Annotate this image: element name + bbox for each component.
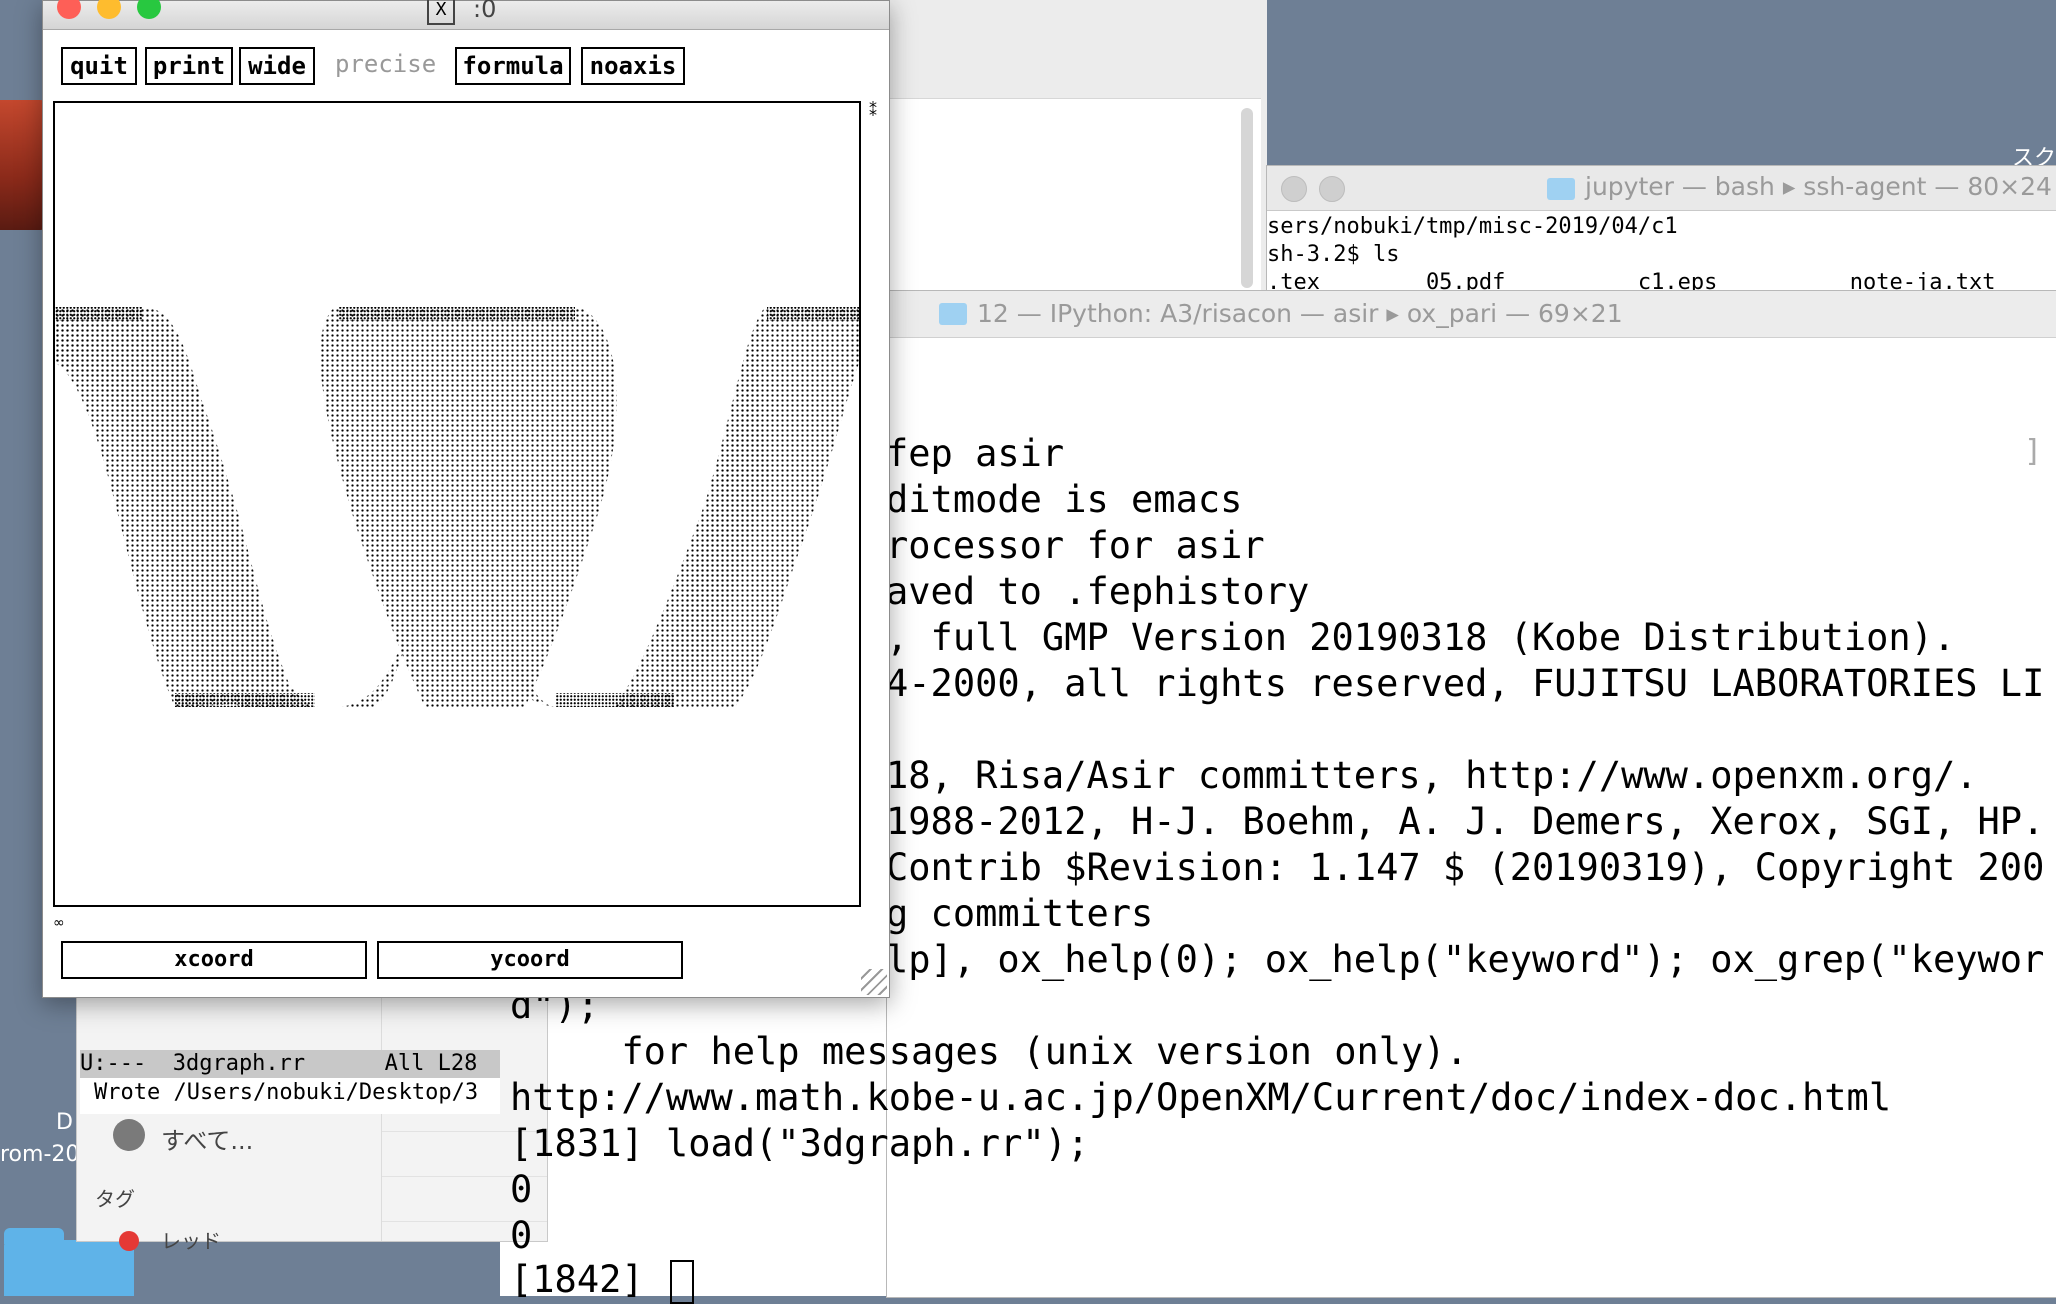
prompt-text: [1842] (510, 1258, 666, 1301)
close-icon[interactable] (57, 0, 81, 19)
graph-surface-right-top (767, 307, 859, 321)
minimize-icon[interactable] (1319, 176, 1345, 202)
terminal-line: 4-2000, all rights reserved, FUJITSU LAB… (886, 662, 2045, 705)
desktop-label-d: D (56, 1110, 73, 1135)
globe-icon (113, 1119, 145, 1151)
emacs-echo-area: Wrote /Users/nobuki/Desktop/3 (94, 1080, 479, 1105)
graph-surface (55, 307, 859, 707)
graph-window-titlebar[interactable]: X :0 (43, 0, 889, 30)
text-cursor (669, 1259, 694, 1304)
desktop-avatar-image (0, 100, 48, 230)
finder-tags-label: タグ (95, 1187, 135, 1211)
desktop-folder-icon[interactable] (4, 1228, 134, 1296)
terminal-line: , full GMP Version 20190318 (Kobe Distri… (886, 616, 1956, 659)
ycoord-field[interactable]: ycoord (377, 941, 683, 979)
terminal-line: Contrib $Revision: 1.147 $ (20190319), C… (886, 846, 2045, 889)
close-icon[interactable] (1281, 176, 1307, 202)
terminal-line: 1988-2012, H-J. Boehm, A. J. Demers, Xer… (886, 800, 2045, 843)
red-tag-icon (119, 1231, 139, 1251)
graph-surface-center-top (339, 307, 575, 321)
minimize-icon[interactable] (97, 0, 121, 19)
graph-window-title: :0 (473, 0, 497, 23)
terminal-line: http://www.math.kobe-u.ac.jp/OpenXM/Curr… (510, 1076, 1892, 1119)
jupyter-terminal-title: jupyter — bash ▸ ssh-agent — 80×24 (1585, 172, 2052, 201)
desktop-label-rom: rom-20 (0, 1142, 80, 1167)
precise-button[interactable]: precise (335, 47, 436, 81)
terminal-line: 0 (510, 1214, 533, 1257)
folder-icon (1547, 178, 1575, 200)
graph-surface-bottom-right (555, 693, 675, 707)
graph-window[interactable]: X :0 quit print wide precise formula noa… (42, 0, 890, 998)
print-button[interactable]: print (145, 47, 233, 85)
graph-canvas[interactable] (53, 101, 861, 907)
terminal-line: 18, Risa/Asir committers, http://www.ope… (886, 754, 1978, 797)
noaxis-button[interactable]: noaxis (581, 47, 685, 85)
terminal-line: lp], ox_help(0); ox_help("keyword"); ox_… (886, 938, 2045, 981)
emacs-window: U:--- 3dgraph.rr All L28 Wrote /Users/no… (80, 1050, 500, 1114)
folder-icon (939, 303, 967, 325)
canvas-corner-mark: ∞ (53, 915, 65, 931)
graph-surface-center (320, 307, 617, 707)
terminal-line: aved to .fephistory (886, 570, 1310, 613)
wide-button[interactable]: wide (239, 47, 315, 85)
terminal-line: rocessor for asir (886, 524, 1265, 567)
finder-red-tag[interactable]: レッド (161, 1225, 221, 1254)
terminal-line: [1831] load("3dgraph.rr"); (510, 1122, 1090, 1165)
quit-button[interactable]: quit (61, 47, 137, 85)
background-window (880, 0, 1267, 291)
resize-handle[interactable] (861, 969, 887, 995)
canvas-corner-mark: ⁑ (869, 101, 877, 120)
terminal-line: for help messages (unix version only). (510, 1030, 1468, 1073)
formula-button[interactable]: formula (455, 47, 571, 85)
graph-surface-left-top (55, 307, 143, 321)
finder-all-item[interactable]: すべて... (161, 1121, 253, 1156)
scroll-marker: ] (2024, 434, 2043, 469)
terminal-line: 0 (510, 1168, 533, 1211)
terminal-line: ditmode is emacs (886, 478, 1243, 521)
terminal-line: sers/nobuki/tmp/misc-2019/04/c1 (1267, 214, 1678, 239)
terminal-line: sh-3.2$ ls (1267, 242, 1400, 267)
x11-icon: X (427, 0, 455, 25)
asir-terminal-titlebar[interactable]: 12 — IPython: A3/risacon — asir ▸ ox_par… (887, 291, 2056, 338)
graph-surface-bottom-left (175, 693, 315, 707)
jupyter-terminal-titlebar[interactable]: jupyter — bash ▸ ssh-agent — 80×24 (1267, 166, 2056, 211)
terminal-line: g committers (886, 892, 1154, 935)
terminal-line: fep asir (886, 432, 1065, 475)
zoom-icon[interactable] (137, 0, 161, 19)
terminal-prompt-line[interactable]: [1842] (510, 1258, 694, 1304)
graph-surface-left (55, 307, 285, 707)
xcoord-field[interactable]: xcoord (61, 941, 367, 979)
scrollbar[interactable] (1241, 108, 1253, 288)
emacs-modeline: U:--- 3dgraph.rr All L28 (80, 1050, 500, 1078)
asir-terminal-title: 12 — IPython: A3/risacon — asir ▸ ox_par… (977, 299, 1623, 328)
